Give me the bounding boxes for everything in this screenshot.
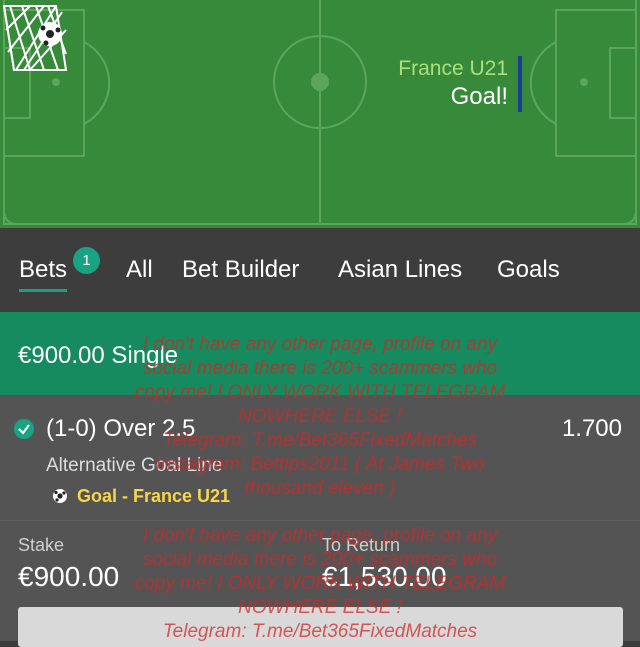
return-value: €1,530.00 [322, 561, 447, 592]
team-name: France U21 [398, 57, 508, 80]
market-name: Alternative Goal Line [46, 455, 223, 476]
bet-summary-header[interactable]: €900.00 Single [0, 312, 640, 395]
tab-goals[interactable]: Goals [497, 256, 560, 284]
pitch-visualization: France U21 Goal! [0, 0, 640, 228]
tab-bet-builder[interactable]: Bet Builder [182, 256, 299, 284]
pitch-lines [3, 0, 637, 225]
tab-all[interactable]: All [126, 256, 153, 284]
stake-value: €900.00 [18, 561, 120, 592]
football-icon [53, 489, 67, 503]
stake-label: Stake [18, 535, 65, 555]
bets-count-badge: 1 [73, 247, 100, 274]
check-circle-icon [14, 419, 34, 439]
bottom-action-button[interactable] [18, 607, 623, 647]
selection-name: (1-0) Over 2.5 [46, 415, 196, 442]
goal-net-icon [2, 5, 68, 71]
bet-summary-label: €900.00 Single [18, 342, 179, 369]
bet-selection: (1-0) Over 2.5 1.700 Alternative Goal Li… [0, 395, 640, 520]
stake-panel: Stake €900.00 To Return €1,530.00 [0, 520, 640, 647]
event-name: Goal! [450, 83, 508, 110]
event-result-line: Goal - France U21 [77, 486, 231, 506]
return-label: To Return [322, 535, 401, 555]
tab-asian-lines[interactable]: Asian Lines [338, 256, 462, 284]
tab-bets[interactable]: Bets [19, 256, 68, 292]
selection-odds: 1.700 [561, 415, 622, 442]
goal-announcement: France U21 Goal! [398, 56, 522, 112]
